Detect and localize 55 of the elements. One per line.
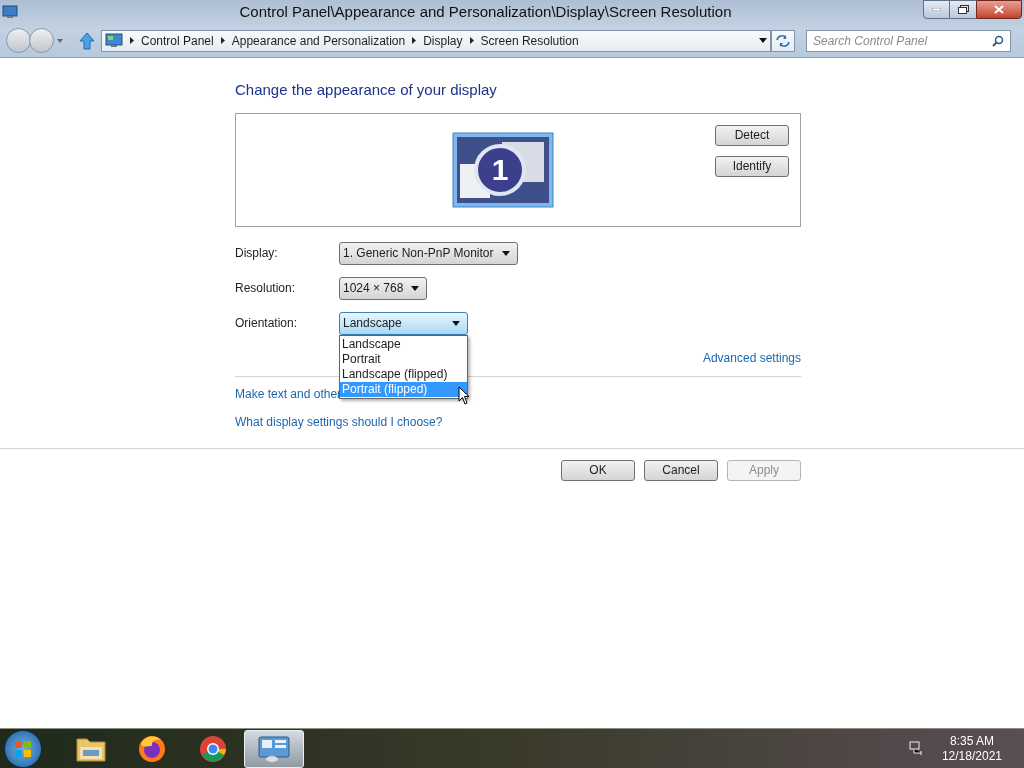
browser-icon — [137, 733, 167, 764]
caret-icon — [452, 320, 460, 326]
search-icon — [992, 34, 1004, 47]
field-label: Orientation: — [235, 315, 299, 332]
clock-time[interactable]: 8:35 AM — [949, 733, 994, 749]
minimize-button[interactable] — [923, 0, 950, 19]
close-button[interactable] — [976, 0, 1022, 19]
breadcrumb-item[interactable]: Display — [423, 31, 463, 50]
clock-date[interactable]: 12/18/2021 — [941, 748, 1002, 764]
dropdown[interactable]: Landscape — [339, 311, 468, 335]
dropdown-option[interactable]: Portrait — [340, 351, 467, 367]
help-link[interactable]: Make text and other — [235, 384, 342, 403]
start-button[interactable] — [4, 729, 42, 768]
dropdown-option[interactable]: Landscape — [340, 336, 467, 352]
caret-icon — [501, 250, 510, 256]
network-icon[interactable] — [907, 740, 924, 757]
windows-logo-icon — [14, 739, 32, 758]
dropdown-option[interactable]: Landscape (flipped) — [340, 366, 467, 382]
field-label: Display: — [235, 245, 279, 262]
page-heading: Change the appearance of your display — [235, 80, 498, 100]
monitor-thumbnail[interactable]: 1 — [452, 131, 554, 208]
caret-icon — [759, 38, 767, 43]
breadcrumb-item[interactable]: Control Panel — [141, 31, 214, 50]
chevron-right-icon — [412, 37, 417, 44]
restore-icon — [957, 5, 969, 14]
dropdown[interactable]: 1. Generic Non-PnP Monitor — [339, 241, 518, 265]
restore-button[interactable] — [950, 0, 976, 19]
breadcrumb-item[interactable]: Screen Resolution — [480, 31, 579, 50]
chevron-right-icon — [130, 37, 134, 44]
taskbar-button[interactable] — [244, 729, 304, 768]
control-panel-icon — [105, 33, 123, 48]
refresh-icon — [776, 34, 790, 47]
up-arrow-icon[interactable] — [79, 31, 95, 50]
window-icon — [2, 5, 18, 19]
chevron-right-icon — [469, 37, 474, 44]
caret-icon — [411, 285, 420, 291]
field-label: Resolution: — [235, 280, 297, 297]
help-link[interactable]: What display settings should I choose? — [235, 412, 443, 431]
display-settings-icon — [258, 734, 290, 763]
dialog-button[interactable]: Cancel — [644, 459, 718, 481]
refresh-button[interactable] — [771, 29, 795, 52]
identify-button[interactable]: Identify — [715, 155, 789, 177]
breadcrumb-item[interactable]: Appearance and Personalization — [231, 31, 406, 50]
browser-icon — [198, 733, 228, 764]
search-field[interactable]: Search Control Panel — [806, 29, 1011, 52]
close-icon — [994, 5, 1004, 14]
detect-button[interactable]: Detect — [715, 124, 789, 146]
minimize-icon — [932, 8, 941, 11]
chevron-right-icon — [220, 37, 225, 44]
window-title: Control Panel\Appearance and Personalization\Display\Screen Resolution — [239, 1, 732, 22]
caret-icon — [57, 38, 63, 43]
dropdown[interactable]: 1024 × 768 — [339, 276, 428, 300]
dialog-button[interactable]: OK — [561, 459, 635, 481]
address-bar[interactable]: Control Panel Appearance and Personalization Display Screen Resolution — [101, 29, 771, 52]
advanced-settings-link[interactable]: Advanced settings — [702, 348, 801, 367]
